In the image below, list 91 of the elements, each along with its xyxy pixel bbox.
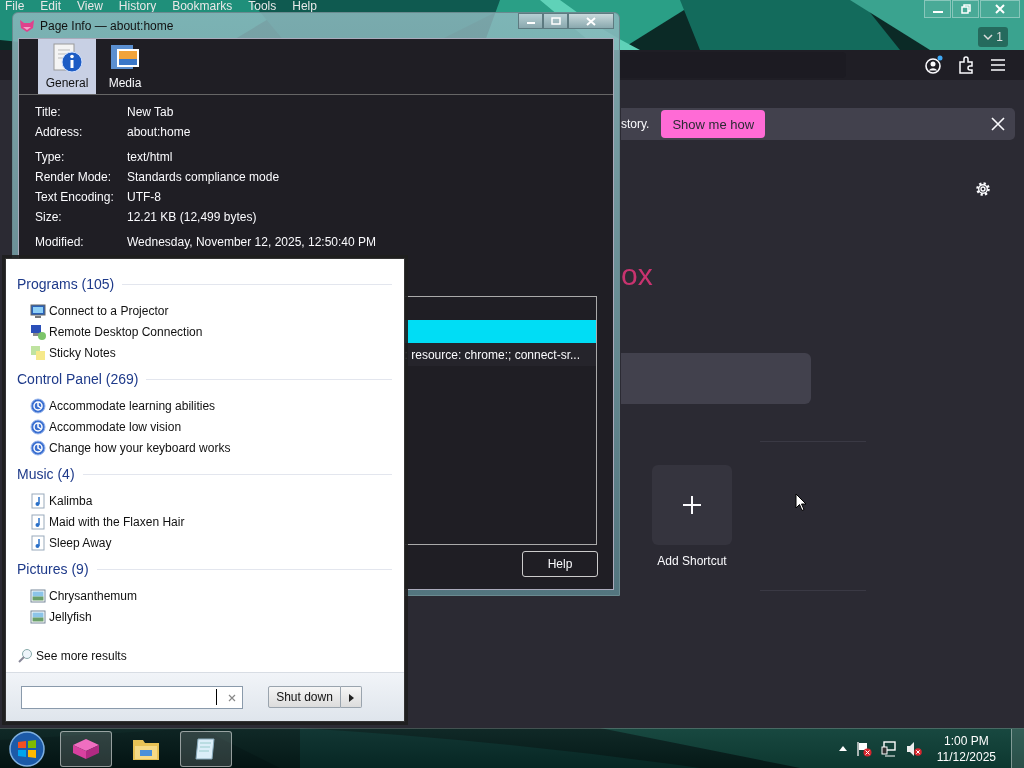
- field-value: about:home: [127, 125, 191, 139]
- clear-icon[interactable]: [228, 693, 236, 702]
- section-heading: Music (4): [17, 466, 75, 482]
- minimize-button[interactable]: [518, 13, 543, 29]
- field-label: Size:: [35, 210, 63, 224]
- plus-icon: [682, 495, 702, 515]
- text-cursor: [216, 688, 217, 705]
- result-item[interactable]: Kalimba: [17, 490, 93, 511]
- account-icon[interactable]: [924, 55, 944, 75]
- arrow-icon: [348, 693, 354, 702]
- close-icon: [995, 4, 1005, 14]
- flag-icon[interactable]: [855, 740, 872, 757]
- field-label: Text Encoding:: [35, 190, 115, 204]
- tab-list-button[interactable]: 1: [978, 27, 1008, 47]
- cursor-icon: [795, 493, 807, 512]
- result-item[interactable]: Jellyfish: [17, 606, 92, 627]
- start-button[interactable]: [8, 729, 46, 768]
- field-value: text/html: [127, 150, 173, 164]
- image-file-icon: [30, 608, 46, 625]
- show-me-how-button[interactable]: Show me how: [661, 110, 766, 138]
- search-icon: [17, 648, 33, 664]
- result-item[interactable]: Remote Desktop Connection: [17, 321, 203, 342]
- fox-icon: [19, 18, 35, 33]
- network-icon[interactable]: [880, 740, 897, 757]
- close-button[interactable]: [568, 13, 614, 29]
- result-item[interactable]: Maid with the Flaxen Hair: [17, 511, 185, 532]
- taskbar-app[interactable]: [180, 730, 232, 767]
- logo-text: ox: [621, 259, 653, 291]
- result-item[interactable]: Accommodate learning abilities: [17, 395, 216, 416]
- menu-item[interactable]: Help: [292, 0, 317, 12]
- section-heading: Programs (105): [17, 276, 115, 292]
- tab[interactable]: Media: [96, 39, 154, 94]
- monitor-icon: [30, 302, 46, 319]
- field-label: Modified:: [35, 235, 85, 249]
- shortcut-label: Add Shortcut: [657, 554, 727, 568]
- notification-text: story.: [621, 117, 650, 131]
- music-file-icon: [30, 513, 46, 530]
- menu-item[interactable]: Tools: [248, 0, 277, 12]
- result-item[interactable]: Change how your keyboard works: [17, 437, 231, 458]
- music-file-icon: [30, 492, 46, 509]
- minimize-icon: [526, 22, 535, 24]
- result-item[interactable]: Accommodate low vision: [17, 416, 182, 437]
- field-value: New Tab: [127, 105, 174, 119]
- settings-icon[interactable]: [974, 180, 992, 198]
- clock-time: 1:00 PM: [944, 732, 989, 749]
- section-heading: Pictures (9): [17, 561, 89, 577]
- ease-of-access-icon: [30, 439, 46, 456]
- ease-of-access-icon: [30, 418, 46, 435]
- restore-icon: [960, 4, 971, 14]
- shut-down-options-button[interactable]: [341, 686, 362, 708]
- field-label: Address:: [35, 125, 84, 139]
- info-icon: [50, 42, 84, 74]
- maximize-button[interactable]: [543, 13, 568, 29]
- see-more-link[interactable]: See more results: [17, 646, 127, 666]
- field-value: 12.21 KB (12,499 bytes): [127, 210, 257, 224]
- chevron-icon: [983, 33, 994, 41]
- taskbar-app[interactable]: [60, 730, 112, 767]
- result-item[interactable]: Sleep Away: [17, 532, 112, 553]
- close-icon[interactable]: [991, 117, 1005, 131]
- puzzle-icon[interactable]: [958, 56, 976, 74]
- help-button[interactable]: Help: [522, 551, 598, 577]
- maximize-icon: [550, 17, 561, 25]
- search-field[interactable]: [621, 353, 811, 404]
- music-file-icon: [30, 534, 46, 551]
- field-value: UTF-8: [127, 190, 161, 204]
- field-value: Wednesday, November 12, 2025, 12:50:40 PM: [127, 235, 377, 249]
- result-item[interactable]: Chrysanthemum: [17, 585, 138, 606]
- close-icon: [586, 16, 596, 26]
- result-item[interactable]: Sticky Notes: [17, 342, 116, 363]
- window-title: Page Info — about:home: [40, 18, 174, 33]
- remote-desktop-icon: [30, 323, 46, 340]
- restore-button[interactable]: [952, 0, 979, 18]
- image-file-icon: [30, 587, 46, 604]
- shut-down-button[interactable]: Shut down: [268, 686, 341, 708]
- field-label: Render Mode:: [35, 170, 113, 184]
- ease-of-access-icon: [30, 397, 46, 414]
- show-hidden-icons-icon[interactable]: [838, 746, 847, 751]
- add-shortcut-tile[interactable]: [652, 465, 732, 545]
- tab[interactable]: General: [38, 39, 96, 94]
- search-field[interactable]: [21, 685, 243, 709]
- field-label: Type:: [35, 150, 66, 164]
- menu-icon[interactable]: [990, 58, 1006, 72]
- section-heading: Control Panel (269): [17, 371, 139, 387]
- clock-date: 11/12/2025: [936, 748, 996, 765]
- speaker-icon[interactable]: [905, 740, 922, 757]
- field-value: Standards compliance mode: [127, 170, 280, 184]
- result-item[interactable]: Connect to a Projector: [17, 300, 169, 321]
- show-desktop-button[interactable]: [1011, 729, 1024, 768]
- field-label: Title:: [35, 105, 62, 119]
- minimize-icon: [932, 11, 943, 13]
- sticky-notes-icon: [30, 344, 46, 361]
